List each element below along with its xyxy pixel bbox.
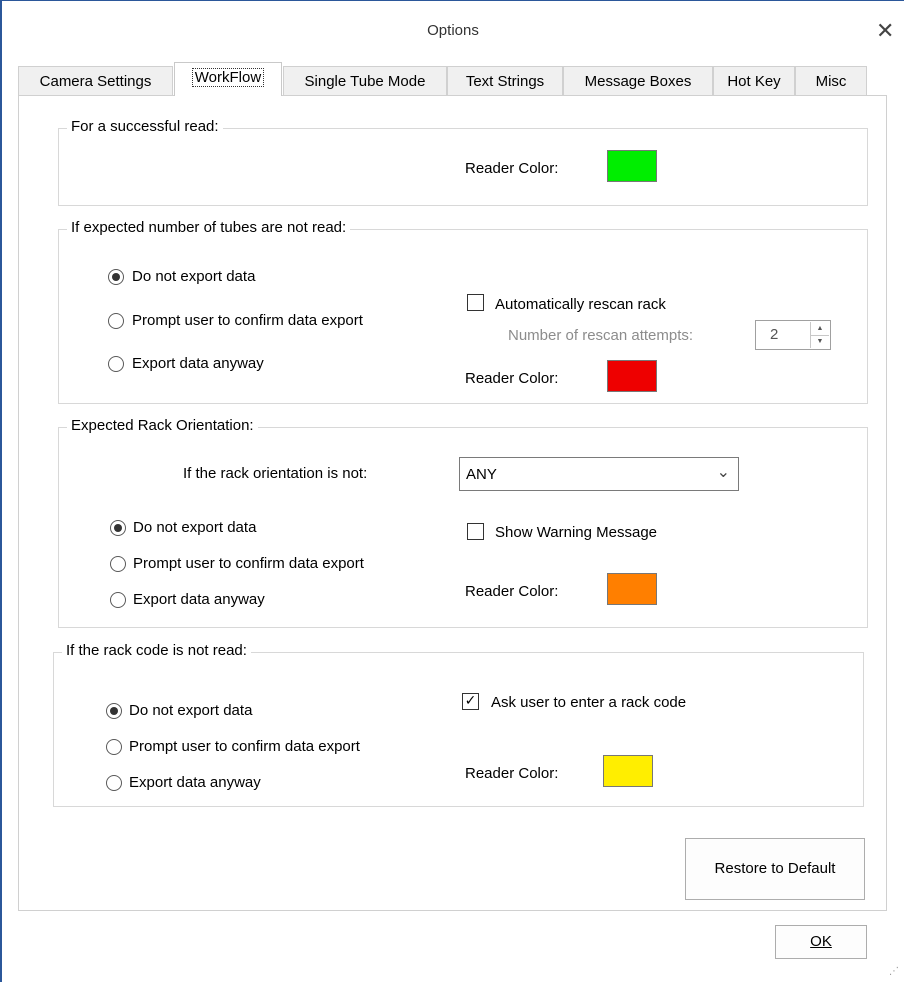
close-icon[interactable]: ✕ — [876, 20, 894, 42]
dialog-title: Options — [427, 22, 479, 39]
tab-misc[interactable]: Misc — [795, 66, 867, 95]
warning-label: Show Warning Message — [495, 524, 658, 541]
rescan-attempts-label: Number of rescan attempts: — [508, 327, 694, 344]
tab-label: Misc — [815, 73, 847, 90]
group-legend: Expected Rack Orientation: — [67, 417, 258, 434]
tab-single-tube-mode[interactable]: Single Tube Mode — [283, 66, 447, 95]
radio-prompt-user[interactable] — [108, 313, 124, 329]
orientation-select[interactable]: ANY ⌄ — [459, 457, 739, 491]
tab-hot-key[interactable]: Hot Key — [713, 66, 795, 95]
radio-export-anyway[interactable] — [106, 775, 122, 791]
stepper-buttons: ▲ ▼ — [810, 322, 829, 348]
group-successful-read: For a successful read: — [58, 118, 868, 206]
tab-label: WorkFlow — [191, 68, 265, 87]
group-legend: If expected number of tubes are not read… — [67, 219, 351, 236]
radio-export-anyway[interactable] — [110, 592, 126, 608]
radio-label: Do not export data — [133, 519, 257, 536]
ok-button-label: OK — [810, 933, 832, 950]
rescan-checkbox[interactable] — [467, 294, 484, 311]
reader-color-swatch-orientation[interactable] — [607, 573, 657, 605]
tab-message-boxes[interactable]: Message Boxes — [563, 66, 713, 95]
tab-label: Single Tube Mode — [304, 73, 426, 90]
radio-prompt-user[interactable] — [110, 556, 126, 572]
tab-label: Text Strings — [465, 73, 545, 90]
rescan-attempts-stepper[interactable]: 2 ▲ ▼ — [755, 320, 831, 350]
restore-default-button[interactable]: Restore to Default — [685, 838, 865, 900]
tab-workflow[interactable]: WorkFlow — [174, 62, 282, 96]
radio-label: Prompt user to confirm data export — [129, 738, 360, 755]
tab-label: Hot Key — [727, 73, 781, 90]
radio-label: Export data anyway — [132, 355, 264, 372]
ask-rack-code-checkbox[interactable]: ✓ — [462, 692, 479, 710]
stepper-down-icon[interactable]: ▼ — [811, 335, 829, 348]
ask-rack-code-label: Ask user to enter a rack code — [491, 694, 687, 711]
radio-do-not-export[interactable] — [110, 520, 126, 536]
group-legend: For a successful read: — [67, 118, 223, 135]
tab-camera-settings[interactable]: Camera Settings — [18, 66, 173, 95]
reader-color-label: Reader Color: — [465, 370, 559, 387]
resize-grip-icon[interactable]: ⋰ — [889, 966, 899, 977]
radio-prompt-user[interactable] — [106, 739, 122, 755]
radio-do-not-export[interactable] — [106, 703, 122, 719]
radio-label: Prompt user to confirm data export — [132, 312, 363, 329]
group-legend: If the rack code is not read: — [62, 642, 251, 659]
radio-label: Do not export data — [132, 268, 256, 285]
radio-do-not-export[interactable] — [108, 269, 124, 285]
radio-export-anyway[interactable] — [108, 356, 124, 372]
rescan-label: Automatically rescan rack — [495, 296, 666, 313]
reader-color-swatch-success[interactable] — [607, 150, 657, 182]
chevron-down-icon: ⌄ — [716, 464, 730, 481]
reader-color-label: Reader Color: — [465, 583, 559, 600]
checkmark-icon: ✓ — [464, 692, 477, 708]
radio-label: Export data anyway — [133, 591, 265, 608]
tab-label: Camera Settings — [39, 73, 152, 90]
stepper-up-icon[interactable]: ▲ — [811, 322, 829, 336]
tab-text-strings[interactable]: Text Strings — [447, 66, 563, 95]
tab-label: Message Boxes — [584, 73, 692, 90]
select-value: ANY — [466, 466, 497, 483]
reader-color-swatch-tubes[interactable] — [607, 360, 657, 392]
radio-label: Prompt user to confirm data export — [133, 555, 364, 572]
reader-color-swatch-rackcode[interactable] — [603, 755, 653, 787]
reader-color-label: Reader Color: — [465, 765, 559, 782]
ok-button[interactable]: OK — [775, 925, 867, 959]
warning-checkbox[interactable] — [467, 523, 484, 540]
stepper-value: 2 — [770, 326, 779, 343]
radio-label: Do not export data — [129, 702, 253, 719]
orientation-if-label: If the rack orientation is not: — [183, 465, 368, 482]
radio-label: Export data anyway — [129, 774, 261, 791]
reader-color-label: Reader Color: — [465, 160, 559, 177]
